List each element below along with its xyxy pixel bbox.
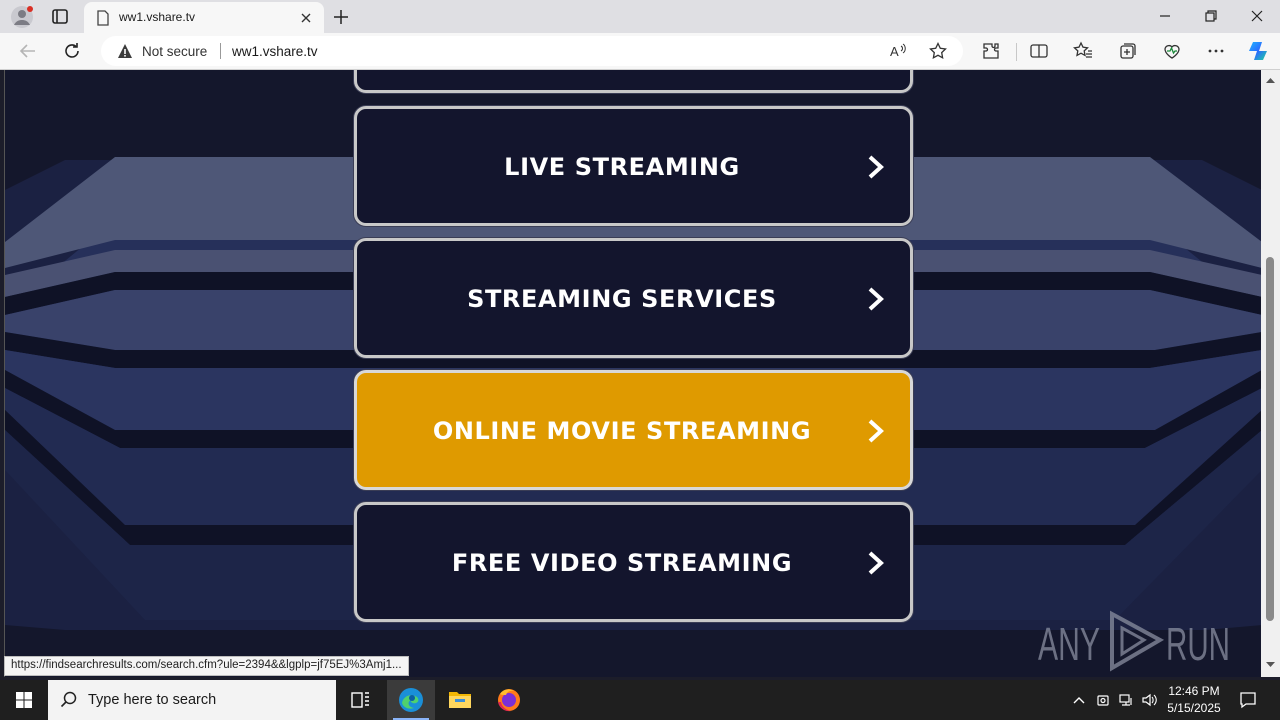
svg-text:ANY: ANY — [1038, 618, 1100, 670]
network-icon[interactable] — [1118, 692, 1134, 708]
menu-button-live-streaming[interactable]: LIVE STREAMING — [354, 106, 913, 226]
edge-icon — [399, 688, 423, 712]
favorite-star-icon[interactable] — [929, 42, 947, 60]
extensions-icon[interactable] — [981, 41, 1001, 61]
back-icon[interactable] — [17, 40, 39, 62]
chevron-right-icon — [868, 551, 884, 575]
browser-essentials-icon[interactable] — [1162, 41, 1182, 61]
chevron-right-icon — [868, 155, 884, 179]
scroll-up-arrow-icon[interactable] — [1266, 76, 1275, 85]
search-icon — [60, 691, 77, 708]
menu-button-online-movie-streaming[interactable]: ONLINE MOVIE STREAMING — [354, 370, 913, 490]
more-options-icon[interactable] — [1206, 41, 1226, 61]
profile-icon[interactable] — [10, 5, 34, 29]
file-explorer-icon[interactable] — [436, 680, 484, 720]
volume-icon[interactable] — [1141, 692, 1157, 708]
tab-actions-icon[interactable] — [48, 6, 72, 28]
split-screen-icon[interactable] — [1029, 41, 1049, 61]
address-bar: Not secure ww1.vshare.tv A — [0, 33, 1280, 70]
menu-button-free-video-streaming[interactable]: FREE VIDEO STREAMING — [354, 502, 913, 622]
menu-button-hidden[interactable] — [354, 70, 913, 93]
new-tab-icon[interactable] — [330, 6, 352, 28]
task-view-icon[interactable] — [336, 680, 384, 720]
firefox-icon[interactable] — [485, 680, 533, 720]
search-placeholder: Type here to search — [88, 692, 217, 708]
chevron-up-icon[interactable] — [1071, 692, 1087, 708]
collections-icon[interactable] — [1118, 41, 1138, 61]
svg-text:RUN: RUN — [1166, 618, 1230, 670]
chevron-right-icon — [868, 419, 884, 443]
notifications-icon[interactable] — [1238, 690, 1258, 710]
clock-time: 12:46 PM — [1168, 684, 1220, 698]
url-text[interactable]: ww1.vshare.tv — [232, 44, 318, 59]
omnibox-divider — [220, 43, 221, 59]
taskbar-app-edge[interactable] — [387, 680, 435, 720]
refresh-icon[interactable] — [61, 40, 83, 62]
clock-date: 5/15/2025 — [1167, 701, 1221, 715]
taskbar-clock[interactable]: 12:46 PM 5/15/2025 — [1162, 683, 1226, 717]
menu-button-label: LIVE STREAMING — [504, 153, 740, 181]
restore-icon[interactable] — [1198, 4, 1224, 28]
omnibox[interactable]: Not secure ww1.vshare.tv A — [101, 36, 963, 66]
security-label[interactable]: Not secure — [142, 44, 207, 59]
page-scrollbar[interactable] — [1261, 70, 1280, 677]
scroll-thumb[interactable] — [1266, 257, 1274, 621]
tab-bar: ww1.vshare.tv — [0, 0, 1280, 33]
toolbar-divider — [1016, 43, 1017, 61]
page-viewport: LIVE STREAMING STREAMING SERVICES ONLINE… — [4, 70, 1261, 677]
link-status-bubble: https://findsearchresults.com/search.cfm… — [4, 656, 409, 676]
security-tray-icon[interactable] — [1095, 692, 1111, 708]
warning-icon[interactable] — [117, 43, 133, 59]
taskbar: Type here to search 12:46 PM 5/15/2025 — [0, 680, 1280, 720]
menu-button-streaming-services[interactable]: STREAMING SERVICES — [354, 238, 913, 358]
read-aloud-icon[interactable]: A — [889, 42, 907, 60]
chevron-right-icon — [868, 287, 884, 311]
copilot-icon[interactable] — [1246, 39, 1270, 63]
close-window-icon[interactable] — [1244, 4, 1270, 28]
menu-button-label: ONLINE MOVIE STREAMING — [432, 417, 812, 445]
windows-start-icon[interactable] — [0, 680, 48, 720]
menu-button-label: STREAMING SERVICES — [467, 285, 777, 313]
page-icon — [97, 10, 109, 26]
active-tab[interactable]: ww1.vshare.tv — [84, 2, 324, 33]
close-tab-icon[interactable] — [298, 10, 314, 26]
anyrun-watermark-logo: ANY RUN — [1038, 610, 1230, 672]
tab-title: ww1.vshare.tv — [119, 10, 196, 24]
menu-button-label: FREE VIDEO STREAMING — [451, 549, 793, 577]
minimize-icon[interactable] — [1152, 4, 1178, 28]
favorites-icon[interactable] — [1073, 41, 1093, 61]
taskbar-search[interactable]: Type here to search — [48, 680, 336, 720]
svg-text:A: A — [890, 44, 899, 59]
scroll-down-arrow-icon[interactable] — [1266, 660, 1275, 669]
